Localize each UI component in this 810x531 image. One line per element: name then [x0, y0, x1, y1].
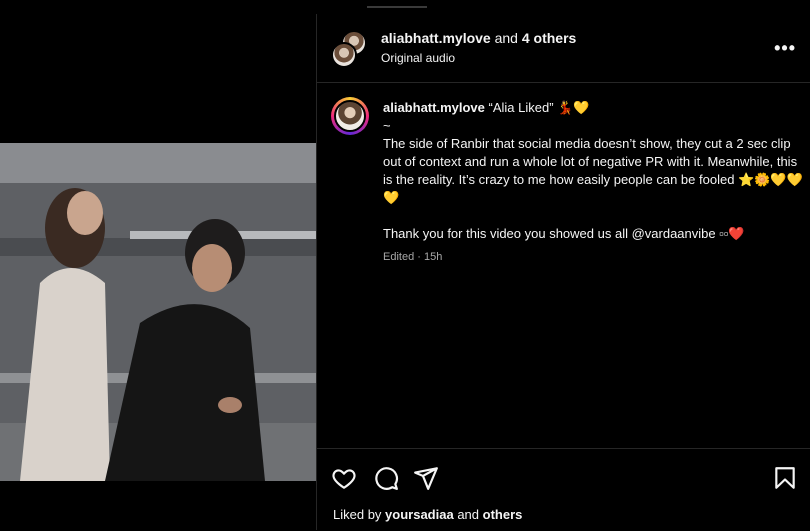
caption-body: ~ The side of Ranbir that social media d…: [383, 118, 803, 241]
top-indicator: [367, 6, 427, 8]
header-and: and: [494, 30, 518, 46]
likes-prefix: Liked by: [333, 507, 382, 522]
header-others[interactable]: 4 others: [522, 30, 576, 46]
video-frame: [0, 143, 316, 481]
likes-others[interactable]: others: [483, 507, 523, 522]
caption-text: aliabhatt.mylove “Alia Liked” 💃💛 ~ The s…: [383, 99, 803, 243]
caption-username[interactable]: aliabhatt.mylove: [383, 100, 485, 115]
share-icon[interactable]: [413, 465, 439, 491]
collab-avatars[interactable]: [331, 30, 367, 68]
avatar: [331, 42, 357, 68]
caption-meta: Edited · 15h: [383, 251, 443, 263]
header-usernames: aliabhatt.mylove and 4 others: [381, 30, 576, 46]
post-header: aliabhatt.mylove and 4 others Original a…: [317, 14, 810, 83]
caption-avatar[interactable]: [331, 97, 369, 135]
comment-icon[interactable]: [373, 465, 399, 491]
header-username[interactable]: aliabhatt.mylove: [381, 30, 491, 46]
avatar: [334, 100, 366, 132]
likes-user[interactable]: yoursadiaa: [385, 507, 454, 522]
likes-summary: Liked by yoursadiaa and others: [333, 507, 522, 522]
heart-icon[interactable]: [331, 465, 357, 491]
media-pane: [0, 14, 316, 530]
caption-section: aliabhatt.mylove “Alia Liked” 💃💛 ~ The s…: [317, 83, 810, 448]
actions-bar: Liked by yoursadiaa and others: [317, 448, 810, 531]
likes-and: and: [457, 507, 480, 522]
audio-label[interactable]: Original audio: [381, 51, 455, 65]
post-video[interactable]: [0, 143, 316, 481]
caption-title: “Alia Liked” 💃💛: [488, 100, 590, 115]
bookmark-icon[interactable]: [772, 465, 798, 491]
more-options-icon[interactable]: •••: [774, 38, 796, 59]
